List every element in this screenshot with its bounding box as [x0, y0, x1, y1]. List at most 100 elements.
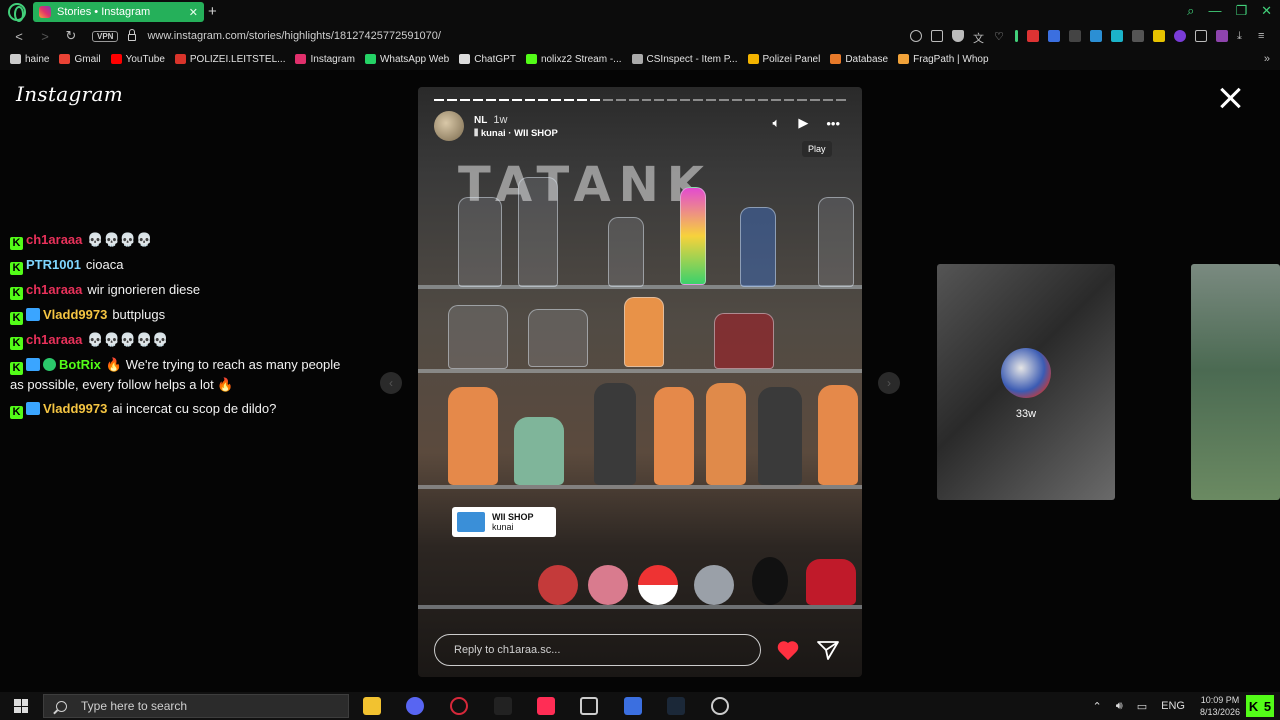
obs-icon[interactable]	[580, 697, 598, 715]
extension-yellow-icon[interactable]	[1153, 30, 1165, 42]
extension-grid-icon[interactable]	[1132, 30, 1144, 42]
music-sticker[interactable]: WII SHOP kunai	[452, 507, 556, 537]
app-red-icon[interactable]	[711, 697, 729, 715]
close-window-button[interactable]: ✕	[1261, 3, 1272, 19]
volume-icon[interactable]: 🔊︎	[1116, 700, 1123, 713]
search-icon[interactable]: ⌕	[1187, 3, 1194, 19]
next-story-arrow-icon[interactable]: ›	[878, 372, 900, 394]
back-button[interactable]: <	[12, 29, 26, 44]
bookmark-label: Instagram	[310, 53, 355, 65]
reply-input[interactable]: Reply to ch1araa.sc...	[434, 634, 761, 666]
send-icon[interactable]	[816, 638, 840, 662]
chat-username[interactable]: BotRix	[59, 357, 101, 372]
bookmark-label: Database	[845, 53, 889, 65]
heart-icon[interactable]: ♡	[994, 30, 1006, 43]
bookmark-item[interactable]: Gmail	[59, 54, 101, 65]
upcoming-story-preview[interactable]	[1191, 264, 1280, 500]
language-indicator[interactable]: ENG	[1161, 700, 1185, 712]
profile-icon[interactable]	[1216, 30, 1228, 42]
forward-button[interactable]: >	[38, 29, 52, 44]
chat-username[interactable]: ch1araaa	[26, 332, 82, 347]
tab-close-icon[interactable]: ✕	[189, 6, 198, 19]
bookmark-item[interactable]: haine	[10, 54, 49, 65]
file-explorer-icon[interactable]	[363, 697, 381, 715]
active-story[interactable]: TATANK NL 1w ⦀ kunai · WII SHOP 🔈︎ ▶ •••…	[418, 87, 862, 677]
chat-username[interactable]: PTR1001	[26, 257, 81, 272]
clock[interactable]: 10:09 PM 8/13/2026	[1200, 694, 1240, 718]
steam-icon[interactable]	[667, 697, 685, 715]
opera-menu-icon[interactable]	[8, 3, 26, 22]
network-icon[interactable]: ▭	[1137, 700, 1147, 713]
puzzle-icon[interactable]	[1195, 30, 1207, 42]
new-tab-button[interactable]: +	[208, 3, 217, 20]
chat-message: K BotRix 🔥 We're trying to reach as many p…	[10, 355, 350, 394]
shield-icon[interactable]	[952, 30, 964, 42]
reload-button[interactable]: ↻	[64, 28, 78, 44]
bookmark-item[interactable]: WhatsApp Web	[364, 54, 449, 65]
translate-icon[interactable]: 文	[973, 30, 985, 45]
chat-message: Kch1araaa 💀💀💀💀	[10, 230, 350, 250]
next-story-preview[interactable]: 33w	[937, 264, 1115, 500]
bookmark-item[interactable]: FragPath | Whop	[898, 54, 989, 65]
app-blue-icon[interactable]	[624, 697, 642, 715]
like-heart-icon[interactable]	[776, 638, 800, 662]
opera-icon[interactable]	[450, 697, 468, 715]
snapshot-icon[interactable]	[931, 30, 943, 42]
previous-story-arrow-icon[interactable]: ‹	[380, 372, 402, 394]
story-time-ago: 1w	[493, 113, 508, 126]
chat-username[interactable]: Vladd9973	[43, 401, 107, 416]
mute-icon[interactable]: 🔈︎	[773, 115, 781, 131]
close-story-button[interactable]	[1216, 84, 1244, 112]
bookmark-label: nolixz2 Stream -...	[540, 53, 622, 65]
bookmark-item[interactable]: nolixz2 Stream -...	[525, 53, 622, 65]
extension-f-icon[interactable]	[1069, 30, 1081, 42]
windows-start-icon[interactable]	[14, 699, 28, 713]
glass-item	[458, 197, 502, 287]
instagram-logo[interactable]: Instagram	[16, 82, 123, 106]
bookmark-item[interactable]: POLIZEI.LEITSTEL...	[174, 54, 285, 65]
chat-username[interactable]: ch1araaa	[26, 232, 82, 247]
windows-taskbar: Type here to search ⌃ 🔊︎ ▭ ENG 10:09 PM …	[0, 692, 1280, 720]
chat-username[interactable]: Vladd9973	[43, 307, 107, 322]
bookmark-item[interactable]: Instagram	[295, 53, 355, 65]
discord-icon[interactable]	[406, 697, 424, 715]
story-audio-label[interactable]: kunai · WII SHOP	[481, 128, 558, 139]
chat-username[interactable]: ch1araaa	[26, 282, 82, 297]
sticker-subtitle: kunai	[492, 522, 514, 532]
extension-purple-icon[interactable]	[1174, 30, 1186, 42]
glass-item	[624, 297, 664, 367]
taskbar-search-input[interactable]: Type here to search	[43, 694, 349, 718]
story-header: NL 1w ⦀ kunai · WII SHOP	[434, 111, 558, 141]
more-options-icon[interactable]: •••	[826, 116, 840, 131]
bookmark-favicon-icon	[295, 54, 307, 64]
bookmark-item[interactable]: Polizei Panel	[747, 54, 820, 65]
play-icon[interactable]: ▶	[798, 115, 808, 131]
extension-red-icon[interactable]	[1027, 30, 1039, 42]
chevron-up-icon[interactable]: ⌃	[1093, 700, 1102, 713]
avatar[interactable]	[434, 111, 464, 141]
extension-blue-icon[interactable]	[1048, 30, 1060, 42]
url-field[interactable]: www.instagram.com/stories/highlights/181…	[147, 30, 441, 42]
vpn-badge[interactable]: VPN	[92, 30, 119, 42]
play-tooltip: Play	[802, 141, 832, 157]
app-icon[interactable]	[494, 697, 512, 715]
zoom-icon[interactable]	[910, 30, 922, 42]
bookmark-item[interactable]: Database	[830, 54, 888, 65]
bookmark-item[interactable]: ChatGPT	[459, 54, 516, 65]
lock-icon[interactable]	[128, 29, 137, 41]
tiktok-icon[interactable]	[537, 697, 555, 715]
extension-k-icon[interactable]	[1111, 30, 1123, 42]
search-placeholder: Type here to search	[81, 699, 188, 713]
menu-icon[interactable]: ≡	[1258, 30, 1270, 42]
bookmark-item[interactable]: CSInspect - Item P...	[631, 54, 738, 65]
tab-instagram[interactable]: Stories • Instagram ✕	[33, 2, 204, 22]
extension-sb-icon[interactable]	[1090, 30, 1102, 42]
maximize-button[interactable]: ❐	[1235, 3, 1247, 19]
story-username[interactable]: NL	[474, 115, 487, 126]
bookmark-item[interactable]: YouTube	[110, 54, 165, 65]
bookmarks-overflow-icon[interactable]: »	[1264, 53, 1270, 65]
minimize-button[interactable]: —	[1208, 3, 1221, 19]
download-icon[interactable]: ⤓	[1237, 30, 1249, 42]
kick-tray-icon[interactable]: K5	[1246, 695, 1274, 717]
glass-item	[448, 305, 508, 369]
